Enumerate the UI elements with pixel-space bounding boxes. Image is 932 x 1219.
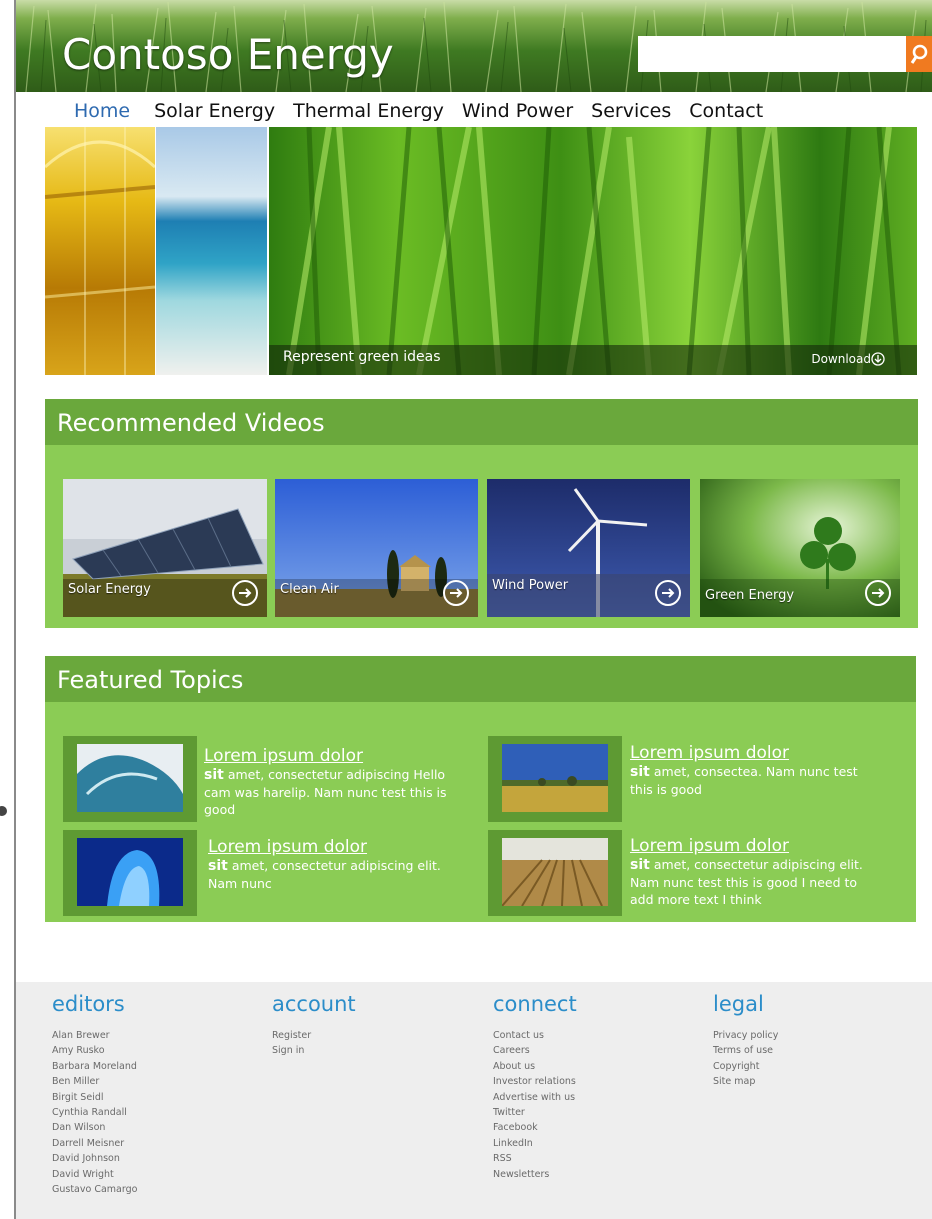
arrow-circle-icon[interactable] [864, 579, 892, 607]
recommended-videos-title: Recommended Videos [57, 409, 325, 437]
footer-heading: connect [493, 992, 577, 1016]
footer-link[interactable]: Investor relations [493, 1074, 577, 1089]
hero-download-link[interactable]: Download [811, 352, 871, 366]
footer-link[interactable]: Terms of use [713, 1043, 778, 1058]
video-label: Green Energy [705, 588, 795, 603]
footer-link[interactable]: Advertise with us [493, 1090, 577, 1105]
footer-link[interactable]: LinkedIn [493, 1136, 577, 1151]
footer-link[interactable]: Barbara Moreland [52, 1059, 137, 1074]
footer-link[interactable]: Privacy policy [713, 1028, 778, 1043]
hero-caption: Represent green ideas [283, 349, 441, 365]
wave-image [77, 744, 183, 812]
nav-wind-power[interactable]: Wind Power [462, 98, 573, 124]
footer-link[interactable]: Copyright [713, 1059, 778, 1074]
farm-rows-image [502, 838, 608, 906]
footer-column-account: account Register Sign in [272, 992, 356, 1059]
nav-contact[interactable]: Contact [689, 98, 763, 124]
footer-column-legal: legal Privacy policy Terms of use Copyri… [713, 992, 778, 1090]
footer-link[interactable]: RSS [493, 1151, 577, 1166]
arrow-circle-icon[interactable] [231, 579, 259, 607]
recommended-videos-panel: Recommended Videos Solar Energy Clean Ai… [45, 399, 918, 628]
nav-thermal-energy[interactable]: Thermal Energy [293, 98, 444, 124]
footer-column-editors: editors Alan Brewer Amy Rusko Barbara Mo… [52, 992, 137, 1197]
hero-banner: Represent green ideas Download [45, 127, 917, 375]
footer-link[interactable]: Careers [493, 1043, 577, 1058]
hero-image-grass [269, 127, 917, 375]
topic-item: Lorem ipsum dolor sit amet, consectea. N… [630, 743, 880, 798]
video-label: Wind Power [492, 578, 569, 593]
site-header: Contoso Energy [16, 0, 932, 92]
download-icon[interactable] [871, 352, 885, 366]
topic-thumbnail-wave[interactable] [63, 736, 197, 822]
featured-topics-title: Featured Topics [57, 666, 244, 694]
video-thumbnail-wind-power[interactable]: Wind Power [487, 479, 690, 617]
featured-topics-panel: Featured Topics Lorem ipsum dolor sit am… [45, 656, 916, 922]
topic-description: amet, consectetur adipiscing Hello cam w… [204, 767, 447, 817]
footer-link[interactable]: Twitter [493, 1105, 577, 1120]
main-nav: Home Solar Energy Thermal Energy Wind Po… [62, 98, 781, 124]
topic-thumbnail-farm-rows[interactable] [488, 830, 622, 916]
topic-description: amet, consectetur adipiscing elit. Nam n… [630, 857, 863, 907]
topic-item: Lorem ipsum dolor sit amet, consectetur … [630, 836, 880, 908]
footer-link[interactable]: David Wright [52, 1167, 137, 1182]
nav-solar-energy[interactable]: Solar Energy [154, 98, 275, 124]
footer-link[interactable]: About us [493, 1059, 577, 1074]
footer-heading: legal [713, 992, 764, 1016]
footer-link[interactable]: David Johnson [52, 1151, 137, 1166]
topic-lead: sit [630, 764, 650, 780]
search-input[interactable] [638, 36, 906, 72]
footer-link[interactable]: Amy Rusko [52, 1043, 137, 1058]
topic-description: amet, consectea. Nam nunc test this is g… [630, 764, 858, 797]
site-footer: editors Alan Brewer Amy Rusko Barbara Mo… [16, 982, 932, 1219]
footer-link[interactable]: Gustavo Camargo [52, 1182, 137, 1197]
footer-heading: account [272, 992, 356, 1016]
footer-link[interactable]: Facebook [493, 1120, 577, 1135]
footer-link[interactable]: Birgit Seidl [52, 1090, 137, 1105]
video-thumbnail-solar-energy[interactable]: Solar Energy [63, 479, 267, 617]
nav-services[interactable]: Services [591, 98, 671, 124]
arrow-circle-icon[interactable] [442, 579, 470, 607]
topic-lead: sit [630, 857, 650, 873]
footer-link[interactable]: Site map [713, 1074, 778, 1089]
footer-link[interactable]: Sign in [272, 1043, 356, 1058]
topic-title-link[interactable]: Lorem ipsum dolor [204, 746, 454, 766]
site-logo[interactable]: Contoso Energy [62, 30, 394, 79]
topic-lead: sit [204, 767, 224, 783]
hero-image-yellow [45, 127, 157, 375]
footer-link[interactable]: Newsletters [493, 1167, 577, 1182]
bullet-dot [0, 806, 7, 816]
footer-link[interactable]: Alan Brewer [52, 1028, 137, 1043]
topic-item: Lorem ipsum dolor sit amet, consectetur … [208, 837, 458, 892]
topic-thumbnail-field[interactable] [488, 736, 622, 822]
search-button[interactable] [906, 36, 932, 72]
search-icon [910, 44, 928, 64]
topic-title-link[interactable]: Lorem ipsum dolor [630, 836, 880, 856]
footer-link[interactable]: Contact us [493, 1028, 577, 1043]
nav-home[interactable]: Home [74, 98, 130, 124]
arrow-circle-icon[interactable] [654, 579, 682, 607]
footer-link[interactable]: Dan Wilson [52, 1120, 137, 1135]
footer-column-connect: connect Contact us Careers About us Inve… [493, 992, 577, 1182]
topic-item: Lorem ipsum dolor sit amet, consectetur … [204, 746, 454, 818]
hero-image-beach [156, 127, 267, 375]
video-label: Solar Energy [68, 582, 151, 597]
ice-cave-image [77, 838, 183, 906]
video-thumbnail-green-energy[interactable]: Green Energy [700, 479, 900, 617]
footer-heading: editors [52, 992, 125, 1016]
footer-link[interactable]: Ben Miller [52, 1074, 137, 1089]
video-thumbnail-clean-air[interactable]: Clean Air [275, 479, 478, 617]
video-label: Clean Air [280, 582, 339, 597]
footer-link[interactable]: Darrell Meisner [52, 1136, 137, 1151]
topic-thumbnail-ice-cave[interactable] [63, 830, 197, 916]
topic-title-link[interactable]: Lorem ipsum dolor [630, 743, 880, 763]
topic-title-link[interactable]: Lorem ipsum dolor [208, 837, 458, 857]
footer-link[interactable]: Cynthia Randall [52, 1105, 137, 1120]
topic-description: amet, consectetur adipiscing elit. Nam n… [208, 858, 441, 891]
footer-link[interactable]: Register [272, 1028, 356, 1043]
topic-lead: sit [208, 858, 228, 874]
field-image [502, 744, 608, 812]
